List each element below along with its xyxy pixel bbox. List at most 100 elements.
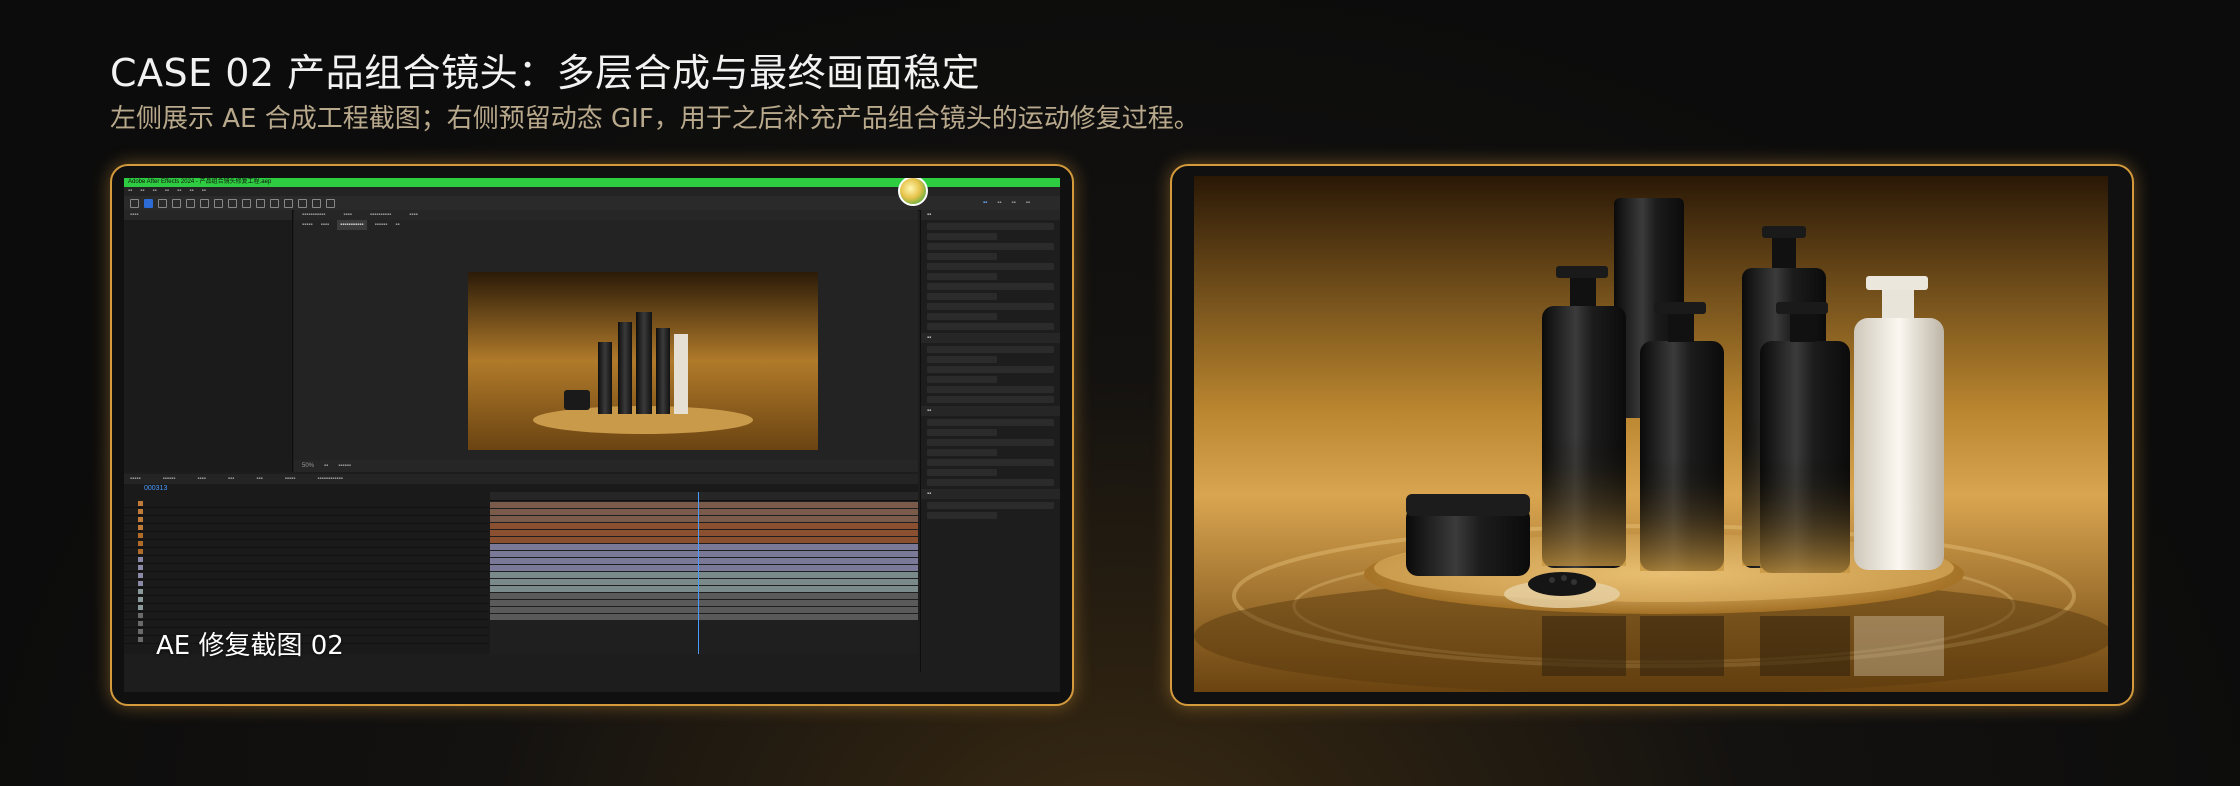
comp-tab[interactable]: ▪▪▪▪ (343, 210, 352, 220)
layer-row[interactable] (124, 612, 489, 620)
layer-bar[interactable] (490, 607, 918, 613)
comp-tab[interactable]: ▪▪▪▪▪▪▪▪▪▪ (370, 210, 391, 220)
comp-footer: 50% ▪▪ ▪▪▪▪▪▪ (294, 460, 918, 472)
layer-row[interactable] (124, 580, 489, 588)
home-icon[interactable] (130, 198, 139, 208)
timeline-tab[interactable]: ▪▪▪▪▪ (130, 474, 141, 484)
layer-row[interactable] (124, 564, 489, 572)
breadcrumb-item[interactable]: ▪▪ (395, 220, 399, 230)
menu-item[interactable]: ▪▪ (165, 187, 169, 196)
menu-item[interactable]: ▪▪ (177, 187, 181, 196)
effects-section-header: ▪▪ (921, 489, 1060, 499)
timeline-tab[interactable]: ▪▪▪ (256, 474, 262, 484)
layer-bar[interactable] (490, 502, 918, 508)
eraser-tool-icon[interactable] (298, 198, 307, 208)
comp-tabs: ▪▪▪▪▪▪▪▪▪▪▪ ▪▪▪▪ ▪▪▪▪▪▪▪▪▪▪ ▪▪▪▪ (294, 210, 918, 220)
layer-bar[interactable] (490, 586, 918, 592)
layer-row[interactable] (124, 596, 489, 604)
breadcrumb-item[interactable]: ▪▪▪▪▪▪▪▪▪▪▪ (337, 220, 367, 230)
layer-bar[interactable] (490, 579, 918, 585)
preview-controls[interactable] (927, 223, 1054, 230)
roto-tool-icon[interactable] (312, 198, 321, 208)
composition-viewer[interactable] (468, 272, 818, 450)
panel-row (927, 243, 1054, 250)
workspace-tab[interactable]: ▪▪ (1011, 200, 1015, 206)
timeline-tracks[interactable] (490, 492, 918, 654)
clone-tool-icon[interactable] (284, 198, 293, 208)
breadcrumb-item[interactable]: ▪▪▪▪▪ (302, 220, 313, 230)
view-options[interactable]: ▪▪▪▪▪▪ (338, 460, 351, 472)
layer-bar[interactable] (490, 600, 918, 606)
workspace-tab[interactable]: ▪▪ (997, 200, 1001, 206)
breadcrumb-item[interactable]: ▪▪▪▪▪▪ (375, 220, 388, 230)
layer-bar[interactable] (490, 523, 918, 529)
timeline-tabs: ▪▪▪▪▪ ▪▪▪▪▪▪ ▪▪▪▪ ▪▪▪ ▪▪▪ ▪▪▪▪▪ ▪▪▪▪▪▪▪▪… (124, 474, 918, 484)
workspace-tab[interactable]: ▪▪ (1026, 200, 1030, 206)
timeline-tab[interactable]: ▪▪▪▪▪▪▪▪▪▪▪▪ (317, 474, 343, 484)
composition-panel: ▪▪▪▪▪▪▪▪▪▪▪ ▪▪▪▪ ▪▪▪▪▪▪▪▪▪▪ ▪▪▪▪ ▪▪▪▪▪ ▪… (294, 210, 918, 472)
layer-bar[interactable] (490, 551, 918, 557)
comp-preview-image (468, 272, 818, 450)
paragraph-section-header: ▪▪ (921, 333, 1060, 343)
rectangle-tool-icon[interactable] (228, 198, 237, 208)
timeline-tab[interactable]: ▪▪▪ (228, 474, 234, 484)
layer-row[interactable] (124, 588, 489, 596)
layer-bar[interactable] (490, 530, 918, 536)
layer-row[interactable] (124, 508, 489, 516)
layer-bar[interactable] (490, 509, 918, 515)
comp-tab[interactable]: ▪▪▪▪▪▪▪▪▪▪▪ (302, 210, 325, 220)
brush-tool-icon[interactable] (270, 198, 279, 208)
layer-row[interactable] (124, 572, 489, 580)
ae-window: Adobe After Effects 2024 - 产品组合镜头修复工程.ae… (124, 178, 1060, 692)
layer-row[interactable] (124, 604, 489, 612)
layer-bar[interactable] (490, 572, 918, 578)
zoom-tool-icon[interactable] (172, 198, 181, 208)
type-tool-icon[interactable] (256, 198, 265, 208)
layer-row[interactable] (124, 516, 489, 524)
panel-row (927, 439, 1054, 446)
layer-row[interactable] (124, 500, 489, 508)
panel-row (927, 429, 997, 436)
layer-row[interactable] (124, 540, 489, 548)
layer-row[interactable] (124, 548, 489, 556)
breadcrumb-item[interactable]: ▪▪▪▪ (321, 220, 330, 230)
layer-bar[interactable] (490, 544, 918, 550)
camera-tool-icon[interactable] (200, 198, 209, 208)
layer-row[interactable] (124, 556, 489, 564)
zoom-select[interactable]: 50% (302, 460, 314, 472)
workspace-tab[interactable]: ▪▪ (983, 200, 987, 206)
hand-tool-icon[interactable] (158, 198, 167, 208)
selection-tool-icon[interactable] (144, 198, 153, 208)
playhead[interactable] (698, 492, 699, 654)
layer-row[interactable] (124, 532, 489, 540)
layer-bar[interactable] (490, 537, 918, 543)
resolution-select[interactable]: ▪▪ (324, 460, 328, 472)
product-render-image (1194, 176, 2108, 692)
panel-row (927, 386, 1054, 393)
panel-row (927, 502, 1054, 509)
layer-bar[interactable] (490, 593, 918, 599)
layer-bar[interactable] (490, 614, 918, 620)
screenshot-caption: AE 修复截图 02 (156, 631, 344, 661)
timeline-tab[interactable]: ▪▪▪▪ (197, 474, 206, 484)
layer-bar[interactable] (490, 558, 918, 564)
layer-row[interactable] (124, 524, 489, 532)
preview-section-header: ▪▪ (921, 210, 1060, 220)
ae-screenshot-panel: Adobe After Effects 2024 - 产品组合镜头修复工程.ae… (110, 164, 1074, 706)
menu-item[interactable]: ▪▪ (128, 187, 132, 196)
pan-behind-tool-icon[interactable] (214, 198, 223, 208)
menu-item[interactable]: ▪▪ (202, 187, 206, 196)
puppet-tool-icon[interactable] (326, 198, 335, 208)
menu-item[interactable]: ▪▪ (153, 187, 157, 196)
timeline-tab[interactable]: ▪▪▪▪▪▪ (163, 474, 176, 484)
layer-bar[interactable] (490, 565, 918, 571)
time-ruler[interactable] (490, 492, 918, 501)
pen-tool-icon[interactable] (242, 198, 251, 208)
comp-tab[interactable]: ▪▪▪▪ (409, 210, 418, 220)
menu-item[interactable]: ▪▪ (140, 187, 144, 196)
rotate-tool-icon[interactable] (186, 198, 195, 208)
timeline-tab[interactable]: ▪▪▪▪▪ (285, 474, 296, 484)
audio-section-header: ▪▪ (921, 406, 1060, 416)
layer-bar[interactable] (490, 516, 918, 522)
menu-item[interactable]: ▪▪ (189, 187, 193, 196)
